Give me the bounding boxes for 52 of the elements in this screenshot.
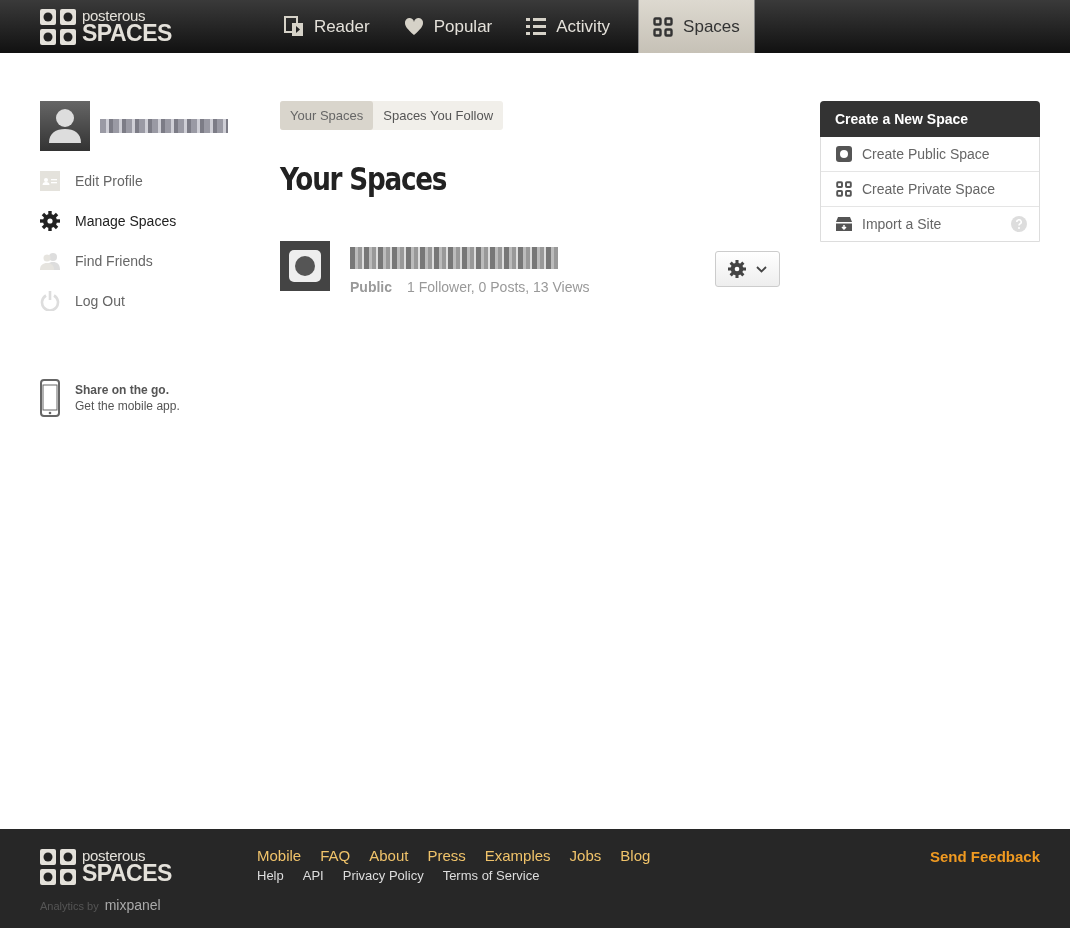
panel-menu-item[interactable]: Create Private Space	[821, 172, 1039, 207]
page-heading: Your Spaces	[280, 160, 447, 198]
footer-link[interactable]: FAQ	[320, 847, 351, 864]
document-play-icon	[283, 16, 304, 37]
people-icon	[40, 251, 60, 271]
sidebar-item[interactable]: Manage Spaces	[40, 211, 177, 231]
settings-dropdown-button[interactable]	[715, 251, 780, 287]
settings-icon	[728, 260, 746, 278]
promo-text: Get the mobile app.	[75, 399, 180, 413]
id-card-icon	[40, 171, 60, 191]
tray-download-icon	[836, 216, 852, 232]
tab[interactable]: Your Spaces	[280, 101, 374, 130]
footer-link[interactable]: Jobs	[569, 847, 602, 864]
footer-link[interactable]: Press	[427, 847, 466, 864]
power-icon	[40, 291, 60, 311]
panel-menu-item[interactable]: Import a Site	[821, 207, 1039, 241]
avatar-silhouette	[40, 101, 90, 151]
sidebar-item[interactable]: Find Friends	[40, 251, 153, 271]
grid-icon	[836, 181, 852, 197]
circle-square-icon	[836, 146, 852, 162]
space-thumbnail-icon	[280, 241, 330, 291]
promo-title: Share on the go.	[75, 383, 170, 397]
footer-link[interactable]: Privacy Policy	[342, 868, 424, 883]
footer-link[interactable]: Help	[257, 868, 284, 883]
heart-icon	[403, 17, 424, 36]
panel-menu-item[interactable]: Create Public Space	[821, 137, 1039, 172]
list-icon	[526, 17, 547, 36]
posterous-spaces-logo[interactable]: posterous SPACES	[40, 848, 172, 885]
nav-tab[interactable]: Popular	[397, 0, 507, 53]
footer-link[interactable]: Examples	[484, 847, 551, 864]
caret-icon	[756, 265, 767, 273]
visibility-label: Public	[350, 279, 392, 295]
posterous-spaces-logo[interactable]: posterous SPACES	[40, 8, 172, 45]
mixpanel-logo-text[interactable]: mixpanel	[104, 897, 161, 913]
footer-link[interactable]: Mobile	[257, 847, 302, 864]
sidebar-item[interactable]: Log Out	[40, 291, 125, 311]
gear-icon	[40, 211, 60, 231]
tab[interactable]: Spaces You Follow	[373, 101, 504, 130]
phone-icon	[40, 379, 60, 417]
nav-tab[interactable]: Spaces	[638, 0, 755, 53]
grid-icon	[653, 16, 674, 37]
panel-title: Create a New Space	[820, 101, 1040, 137]
nav-tab[interactable]: Reader	[277, 0, 384, 53]
footer-link[interactable]: About	[369, 847, 409, 864]
sidebar-item[interactable]: Edit Profile	[40, 171, 143, 191]
footer-link[interactable]: Blog	[620, 847, 651, 864]
nav-tab[interactable]: Activity	[520, 0, 625, 53]
help-icon	[1011, 216, 1027, 232]
footer-link[interactable]: Terms of Service	[442, 868, 540, 883]
footer-link[interactable]: API	[302, 868, 324, 883]
space-stats: 1 Follower, 0 Posts, 13 Views	[407, 279, 590, 295]
send-feedback-link[interactable]: Send Feedback	[929, 829, 1040, 928]
